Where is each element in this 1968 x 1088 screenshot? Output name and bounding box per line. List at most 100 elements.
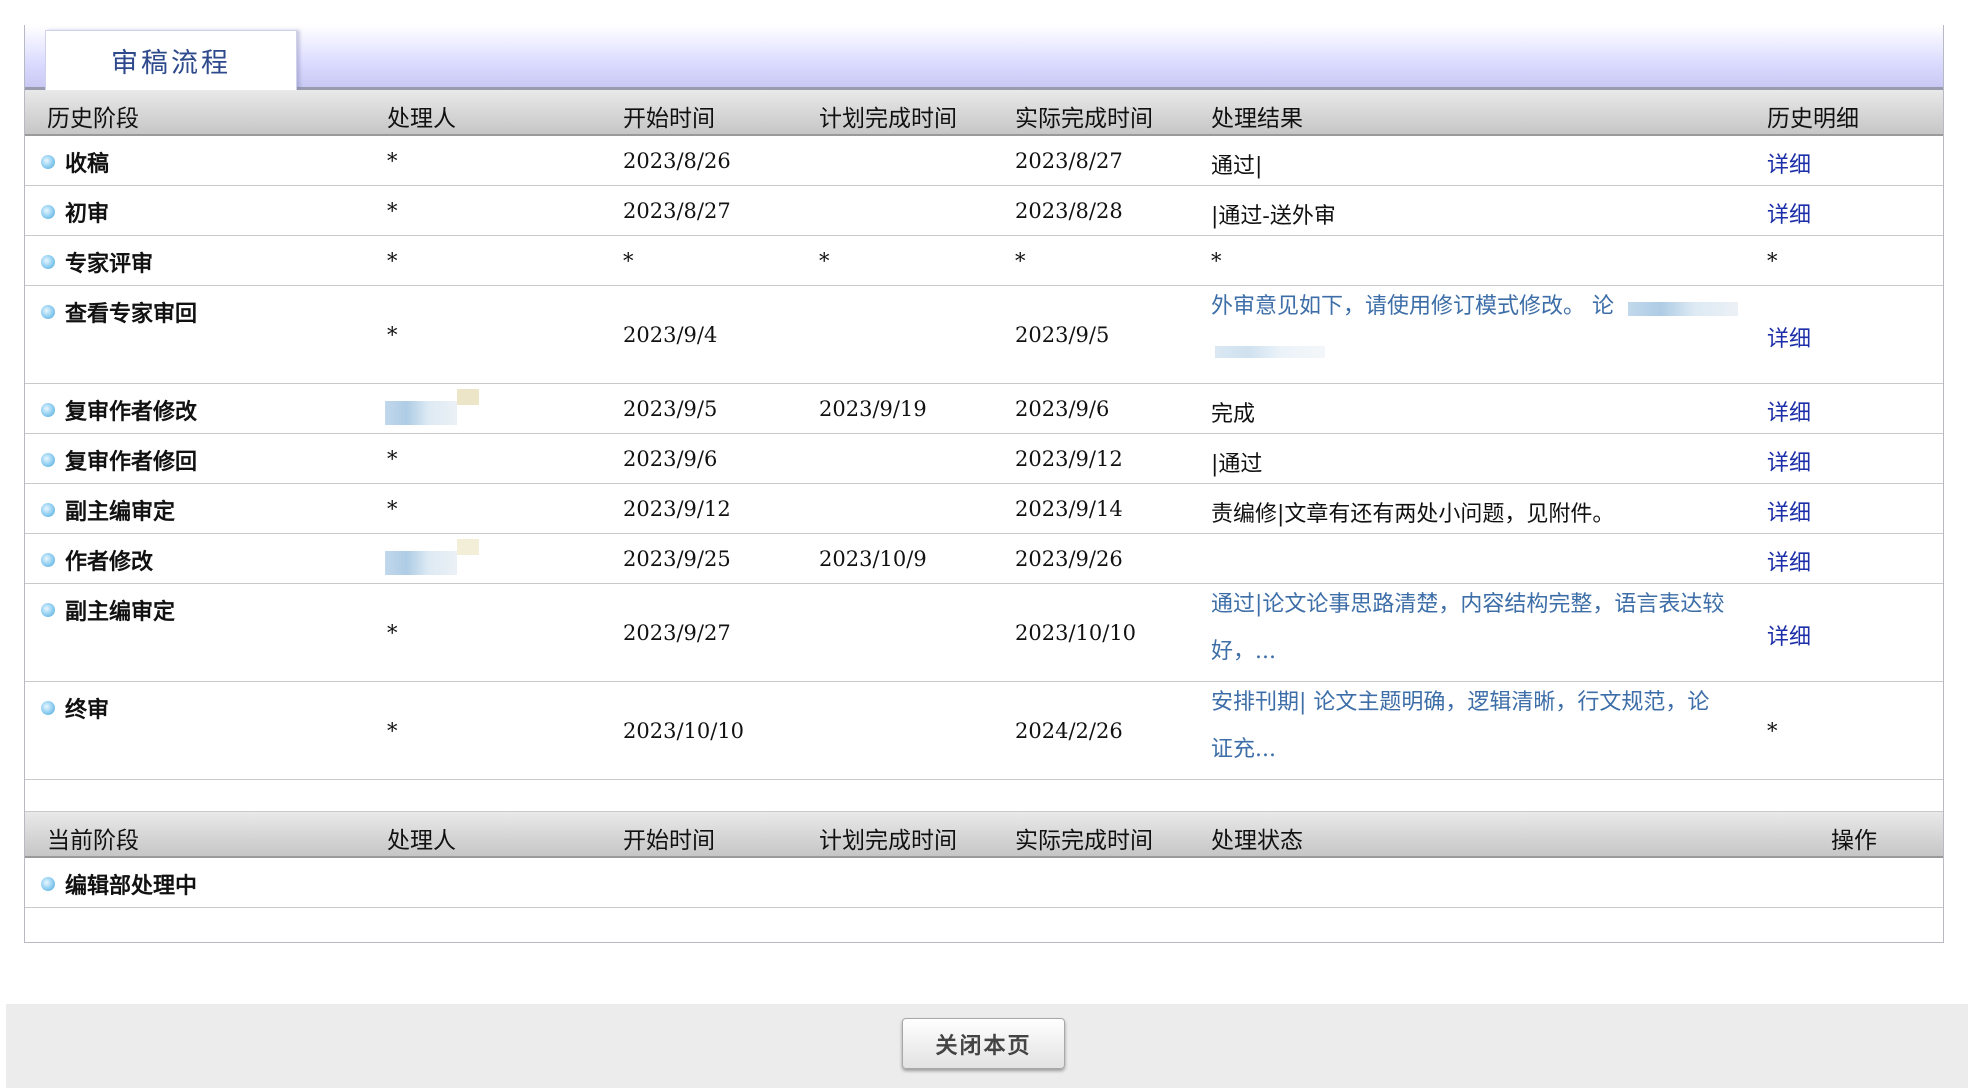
table-row: 初审 * 2023/8/27 2023/8/28 |通过-送外审 详细 [25,186,1943,236]
stage-bullet-icon [41,403,55,417]
start-time-cell: 2023/10/10 [623,719,745,743]
tab-review-process[interactable]: 审稿流程 [45,30,297,90]
header-actual-time: 实际完成时间 [1015,106,1153,132]
table-row: 编辑部处理中 [25,858,1943,908]
stage-label: 收稿 [65,151,110,177]
stage-label: 复审作者修回 [65,449,198,475]
current-table-header: 当前阶段 处理人 开始时间 计划完成时间 实际完成时间 处理状态 操作 [25,812,1943,858]
detail-link[interactable]: 详细 [1767,395,1811,427]
actual-time-cell: 2023/9/14 [1015,497,1123,521]
stage-cell: 收稿 [41,146,109,178]
actual-time-cell: * [1015,249,1026,273]
review-process-page: 审稿流程 历史阶段 处理人 开始时间 计划完成时间 实际完成时间 处理结果 历史… [0,0,1968,1088]
result-link[interactable]: 安排刊期| 论文主题明确，逻辑清晰，行文规范，论证充... [1211,679,1731,773]
detail-link[interactable]: 详细 [1767,197,1811,229]
detail-link[interactable]: 详细 [1767,445,1811,477]
stage-label: 作者修改 [65,549,154,575]
table-row: 查看专家审回 * 2023/9/4 2023/9/5 外审意见如下，请使用修订模… [25,286,1943,384]
header-result: 处理结果 [1211,106,1303,132]
stage-cell: 复审作者修回 [41,444,197,476]
detail-link[interactable]: 详细 [1767,147,1811,179]
start-time-cell: 2023/9/5 [623,397,718,421]
result-link[interactable]: 通过|论文论事思路清楚，内容结构完整，语言表达较好，... [1211,581,1751,675]
stage-label: 查看专家审回 [65,301,198,327]
start-time-cell: 2023/9/4 [623,323,718,347]
result-cell: |通过 [1211,452,1263,477]
detail-cell: * [1767,249,1778,273]
start-time-cell: 2023/9/6 [623,447,718,471]
result-cell: * [1211,249,1222,273]
detail-link[interactable]: 详细 [1767,321,1811,353]
redacted-text-block [1215,346,1325,358]
header-handler: 处理人 [387,106,456,132]
handler-cell: * [387,249,398,273]
stage-cell: 副主编审定 [41,494,175,526]
detail-link[interactable]: 详细 [1767,619,1811,651]
history-table-header: 历史阶段 处理人 开始时间 计划完成时间 实际完成时间 处理结果 历史明细 [25,90,1943,136]
stage-label: 初审 [65,201,110,227]
table-row: 副主编审定 * 2023/9/12 2023/9/14 责编修|文章有还有两处小… [25,484,1943,534]
table-row: 专家评审 * * * * * * [25,236,1943,286]
table-row: 复审作者修回 * 2023/9/6 2023/9/12 |通过 详细 [25,434,1943,484]
handler-cell: * [387,149,398,173]
spacer-row [25,780,1943,812]
stage-bullet-icon [41,503,55,517]
table-row: 作者修改 2023/9/25 2023/10/9 2023/9/26 详细 [25,534,1943,584]
start-time-cell: 2023/9/12 [623,497,731,521]
header-start-time: 开始时间 [623,106,715,132]
header-start-time: 开始时间 [623,828,715,854]
stage-label: 编辑部处理中 [65,873,198,899]
redacted-handler-avatar [457,389,479,405]
stage-cell: 初审 [41,196,109,228]
actual-time-cell: 2023/8/28 [1015,199,1123,223]
actual-time-cell: 2023/9/26 [1015,547,1123,571]
handler-cell: * [387,447,398,471]
table-row: 终审 * 2023/10/10 2024/2/26 安排刊期| 论文主题明确，逻… [25,682,1943,780]
stage-cell: 专家评审 [41,246,153,278]
detail-link[interactable]: 详细 [1767,545,1811,577]
header-actual-time: 实际完成时间 [1015,828,1153,854]
actual-time-cell: 2023/8/27 [1015,149,1123,173]
review-process-panel: 审稿流程 历史阶段 处理人 开始时间 计划完成时间 实际完成时间 处理结果 历史… [24,25,1944,943]
header-planned-time: 计划完成时间 [819,106,957,132]
redacted-handler-avatar [385,551,457,575]
redacted-text-block [1628,302,1738,316]
tab-bar: 审稿流程 [25,25,1943,90]
stage-bullet-icon [41,553,55,567]
stage-bullet-icon [41,205,55,219]
result-cell: |通过-送外审 [1211,204,1336,229]
result-link[interactable]: 外审意见如下，请使用修订模式修改。 论 [1211,283,1751,377]
header-status: 处理状态 [1211,828,1303,854]
header-handler: 处理人 [387,828,456,854]
result-cell: 责编修|文章有还有两处小问题，见附件。 [1211,502,1615,527]
stage-label: 复审作者修改 [65,399,198,425]
actual-time-cell: 2024/2/26 [1015,719,1123,743]
stage-bullet-icon [41,255,55,269]
header-current-stage: 当前阶段 [47,828,139,854]
stage-cell: 作者修改 [41,544,153,576]
stage-bullet-icon [41,701,55,715]
stage-label: 专家评审 [65,251,154,277]
result-cell: 完成 [1211,402,1256,427]
header-history-stage: 历史阶段 [47,106,139,132]
stage-label: 副主编审定 [65,599,176,625]
close-page-button[interactable]: 关闭本页 [902,1018,1065,1069]
stage-bullet-icon [41,603,55,617]
handler-cell: * [387,323,398,347]
start-time-cell: 2023/9/27 [623,621,731,645]
planned-time-cell: * [819,249,830,273]
handler-cell: * [387,719,398,743]
header-planned-time: 计划完成时间 [819,828,957,854]
start-time-cell: 2023/8/26 [623,149,731,173]
detail-link[interactable]: 详细 [1767,495,1811,527]
result-cell: 通过| [1211,154,1263,179]
stage-cell: 编辑部处理中 [41,868,197,900]
actual-time-cell: 2023/9/6 [1015,397,1110,421]
handler-cell: * [387,497,398,521]
header-history-detail: 历史明细 [1767,106,1859,132]
stage-cell: 查看专家审回 [41,296,197,328]
stage-cell: 终审 [41,692,109,724]
actual-time-cell: 2023/9/5 [1015,323,1110,347]
planned-time-cell: 2023/10/9 [819,547,927,571]
start-time-cell: 2023/9/25 [623,547,731,571]
